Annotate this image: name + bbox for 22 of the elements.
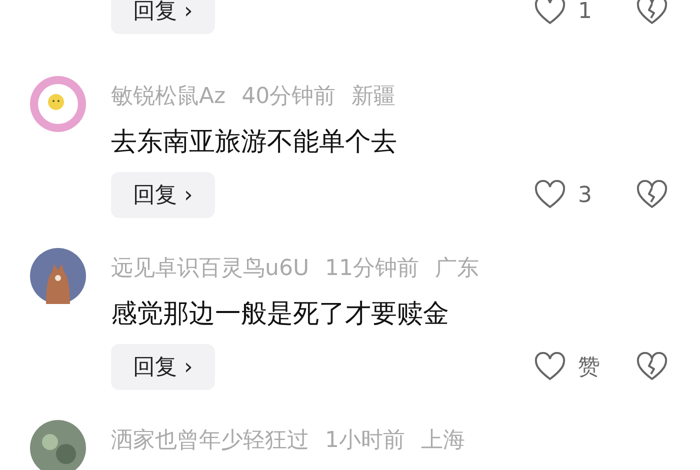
reply-button[interactable]: 回复 › [111, 172, 215, 218]
comment-text: 去东南亚旅游不能单个去 [111, 126, 398, 159]
comment-location: 广东 [435, 255, 480, 283]
like-count: 3 [578, 182, 593, 208]
like-count: 1 [578, 0, 593, 24]
comment-time: 1小时前 [325, 427, 405, 455]
comment-text: 感觉那边一般是死了才要赎金 [111, 298, 450, 331]
broken-heart-icon[interactable] [636, 180, 668, 210]
comment-time: 11分钟前 [325, 255, 420, 283]
like-icon[interactable] [534, 352, 566, 382]
avatar-icon[interactable] [30, 248, 86, 304]
like-icon[interactable] [534, 180, 566, 210]
comment-time: 40分钟前 [242, 83, 336, 111]
broken-heart-icon[interactable] [636, 0, 668, 26]
reply-button[interactable]: 回复 › [111, 344, 215, 390]
comment-location: 新疆 [352, 83, 396, 111]
broken-heart-icon[interactable] [636, 352, 668, 382]
like-count: 赞 [578, 354, 601, 382]
avatar-icon[interactable] [30, 420, 86, 470]
reply-button[interactable]: 回复 › [111, 0, 215, 34]
comment-location: 上海 [421, 427, 465, 455]
like-icon[interactable] [534, 0, 566, 26]
